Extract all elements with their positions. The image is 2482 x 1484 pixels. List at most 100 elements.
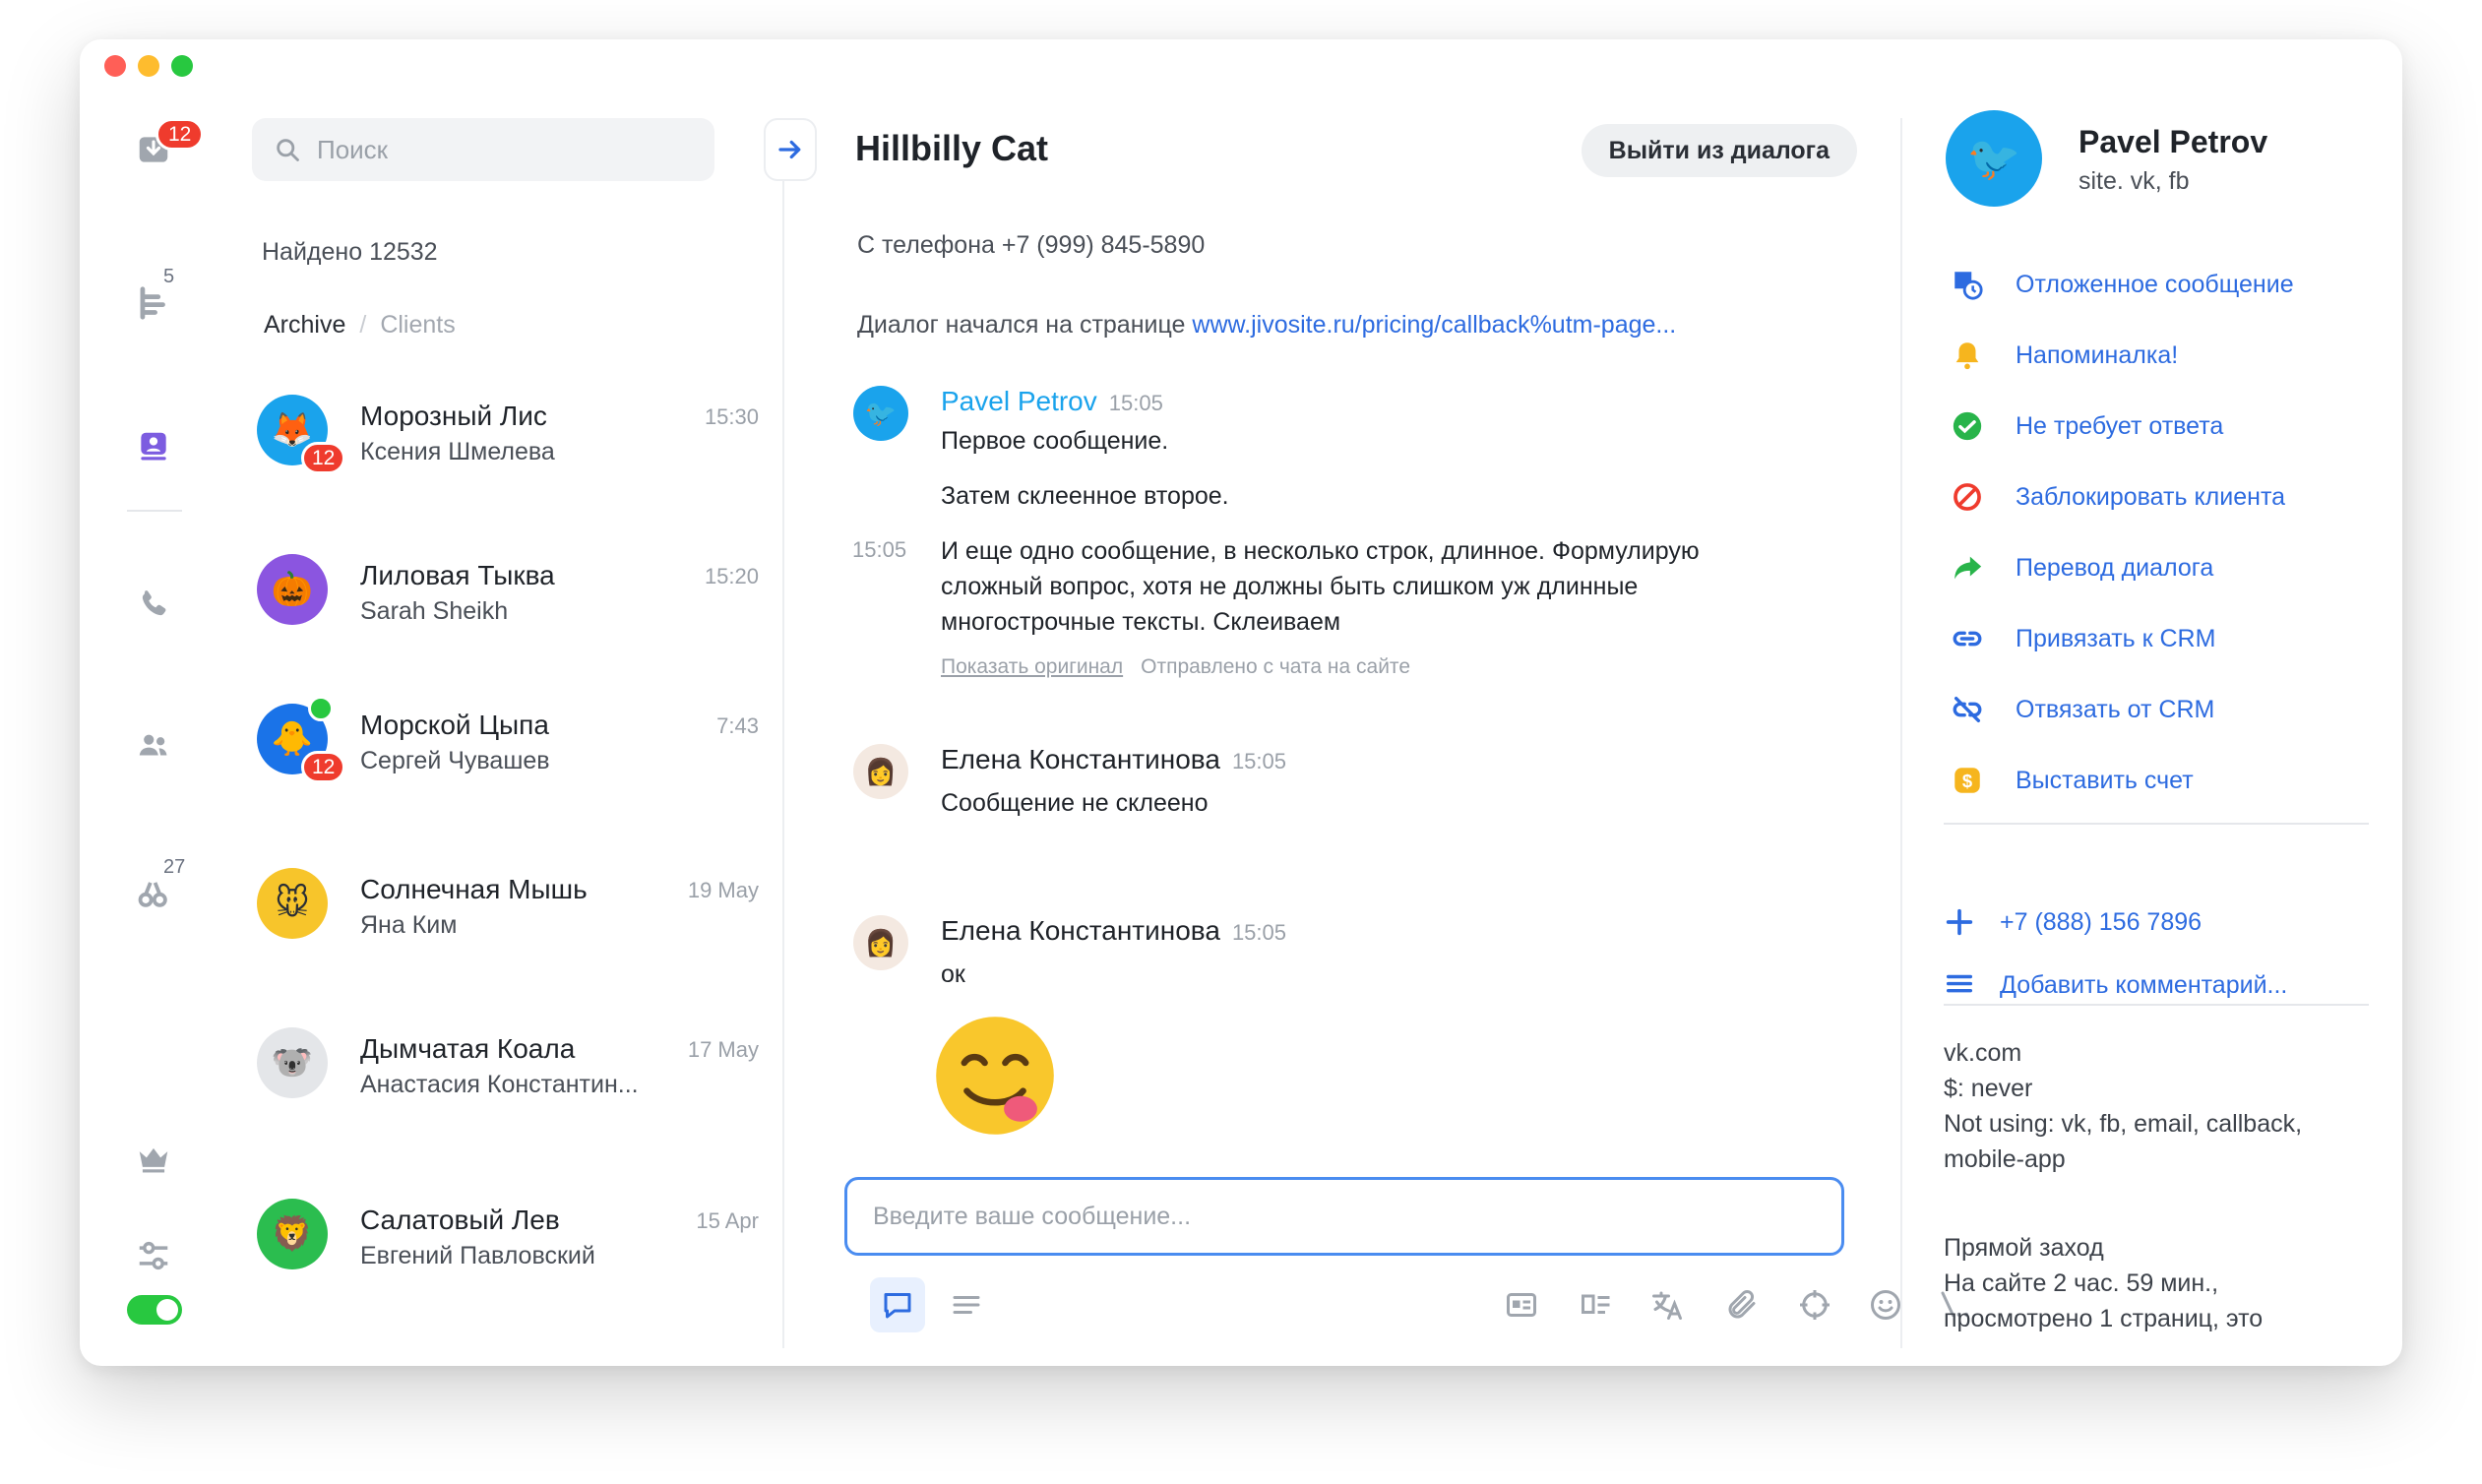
chat-list-item[interactable]: 🦊 12 Морозный Лис Ксения Шмелева 15:30 (257, 387, 759, 495)
app-window: 12 5 27 Найдено (80, 39, 2402, 1366)
chick-icon: 🐥 (271, 720, 314, 758)
search-box[interactable] (252, 118, 714, 181)
message-author[interactable]: Pavel Petrov 15:05 (941, 386, 1163, 417)
rail-team[interactable] (124, 716, 183, 775)
phone-origin-line: С телефона +7 (999) 845-5890 (857, 231, 1206, 259)
rail-queue[interactable]: 5 (124, 266, 183, 333)
sent-from-label: Отправлено с чата на сайте (1141, 655, 1410, 678)
author-name: Pavel Petrov (941, 386, 1097, 416)
translate-button[interactable] (1640, 1277, 1695, 1332)
action-transfer-dialog[interactable]: Перевод диалога (1949, 545, 2213, 590)
action-label: Напоминалка! (2016, 340, 2179, 369)
add-phone-row[interactable]: +7 (888) 156 7896 (1941, 899, 2202, 945)
chat-name: Солнечная Мышь (360, 874, 588, 904)
action-label: Заблокировать клиента (2016, 482, 2286, 511)
bell-icon (1949, 337, 1986, 374)
chat-list-item[interactable]: 🦁 Салатовый Лев Евгений Павловский 15 Ap… (257, 1191, 759, 1299)
plus-icon (1941, 903, 1978, 941)
chat-list-item[interactable]: 🐥 12 Морской Цыпа Сергей Чувашев 7:43 (257, 696, 759, 804)
avatar: 🐭 (257, 868, 328, 939)
crosshair-icon (1800, 1290, 1830, 1320)
rail-settings[interactable] (124, 1226, 183, 1285)
action-label: Не требует ответа (2016, 411, 2224, 440)
rail-premium[interactable] (124, 1130, 183, 1189)
chat-time: 15 Apr (696, 1208, 759, 1233)
check-circle-icon (1949, 407, 1986, 445)
page-origin-line: Диалог начался на странице www.jivosite.… (857, 311, 1676, 340)
paperclip-icon (1728, 1289, 1756, 1319)
rail-operator[interactable] (124, 417, 183, 476)
page-origin-label: Диалог начался на странице (857, 311, 1186, 339)
koala-icon: 🐨 (271, 1044, 314, 1082)
avatar: 🐦 (853, 386, 908, 441)
chat-name: Морской Цыпа (360, 710, 549, 740)
crown-icon (139, 1147, 168, 1173)
add-comment-label: Добавить комментарий... (2000, 970, 2288, 999)
message-text: Первое сообщение. (941, 427, 1169, 455)
client-details: vk.com $: never Not using: vk, fb, email… (1944, 1035, 2302, 1177)
attach-button[interactable] (1714, 1277, 1769, 1332)
chat-title: Hillbilly Cat (855, 128, 1049, 168)
page-origin-link[interactable]: www.jivosite.ru/pricing/callback%utm-pag… (1192, 311, 1676, 339)
action-scheduled-message[interactable]: Отложенное сообщение (1949, 262, 2294, 307)
smiley-icon (1871, 1290, 1900, 1320)
visit-line: На сайте 2 час. 59 мин., (1944, 1269, 2219, 1297)
message-side-time: 15:05 (852, 537, 907, 562)
comment-lines-icon (1941, 966, 1978, 1004)
note-mode-button[interactable] (939, 1277, 994, 1332)
rail-visitors[interactable]: 27 (124, 856, 185, 923)
detail-line: Not using: vk, fb, email, callback, (1944, 1110, 2303, 1138)
chat-list-item[interactable]: 🐭 Солнечная Мышь Яна Ким 19 May (257, 860, 759, 968)
chat-name: Лиловая Тыква (360, 560, 555, 590)
action-link-crm[interactable]: Привязать к CRM (1949, 616, 2215, 661)
divider (1944, 1004, 2369, 1006)
show-original-link[interactable]: Показать оригинал (941, 655, 1123, 678)
chat-list-item[interactable]: 🎃 Лиловая Тыква Sarah Sheikh 15:20 (257, 546, 759, 654)
action-invoice[interactable]: $ Выставить счет (1949, 758, 2194, 803)
message-time: 15:05 (1108, 391, 1163, 415)
add-comment-row[interactable]: Добавить комментарий... (1941, 962, 2287, 1008)
chat-list-item[interactable]: 🐨 Дымчатая Коала Анастасия Константин...… (257, 1020, 759, 1128)
contact-card-button[interactable] (1494, 1277, 1549, 1332)
cobrowse-button[interactable] (1787, 1277, 1842, 1332)
tab-archive[interactable]: Archive (264, 311, 345, 340)
rail-divider (127, 510, 182, 512)
detail-line: mobile-app (1944, 1145, 2066, 1173)
collapse-list-button[interactable] (764, 118, 817, 181)
forward-arrow-icon (1949, 549, 1986, 587)
author-name: Елена Константинова (941, 744, 1220, 774)
search-icon (277, 139, 299, 161)
phone-icon (142, 590, 166, 616)
template-button[interactable] (1569, 1277, 1624, 1332)
online-toggle[interactable] (127, 1295, 182, 1325)
author-name: Елена Константинова (941, 915, 1220, 946)
message-time: 15:05 (1231, 920, 1286, 945)
chat-name: Дымчатая Коала (360, 1033, 576, 1064)
action-no-reply-needed[interactable]: Не требует ответа (1949, 403, 2223, 449)
tab-clients[interactable]: Clients (380, 311, 455, 340)
action-block-client[interactable]: Заблокировать клиента (1949, 474, 2285, 520)
message-input[interactable] (873, 1202, 1818, 1231)
link-icon (1949, 620, 1986, 657)
leave-dialog-button[interactable]: Выйти из диалога (1581, 124, 1857, 177)
bird-icon: 🐦 (864, 398, 898, 428)
inbox-badge: 12 (155, 118, 205, 151)
tab-separator: / (359, 311, 367, 339)
detail-line: vk.com (1944, 1039, 2022, 1067)
message-author[interactable]: Елена Константинова 15:05 (941, 744, 1286, 775)
search-input[interactable] (317, 134, 691, 165)
woman-icon: 👩 (864, 756, 898, 786)
team-icon (139, 734, 167, 756)
chat-mode-button[interactable] (870, 1277, 925, 1332)
action-reminder[interactable]: Напоминалка! (1949, 333, 2178, 378)
rail-inbox[interactable]: 12 (124, 118, 205, 179)
visit-line: Прямой заход (1944, 1234, 2104, 1262)
message-text: ок (941, 960, 965, 988)
message-text: Затем склеенное второе. (941, 482, 1229, 510)
message-author[interactable]: Елена Константинова 15:05 (941, 915, 1286, 947)
action-unlink-crm[interactable]: Отвязать от CRM (1949, 687, 2214, 732)
message-composer[interactable] (844, 1177, 1844, 1256)
visitors-count: 27 (163, 856, 186, 878)
rail-calls[interactable] (124, 575, 183, 634)
chat-time: 19 May (687, 878, 759, 902)
